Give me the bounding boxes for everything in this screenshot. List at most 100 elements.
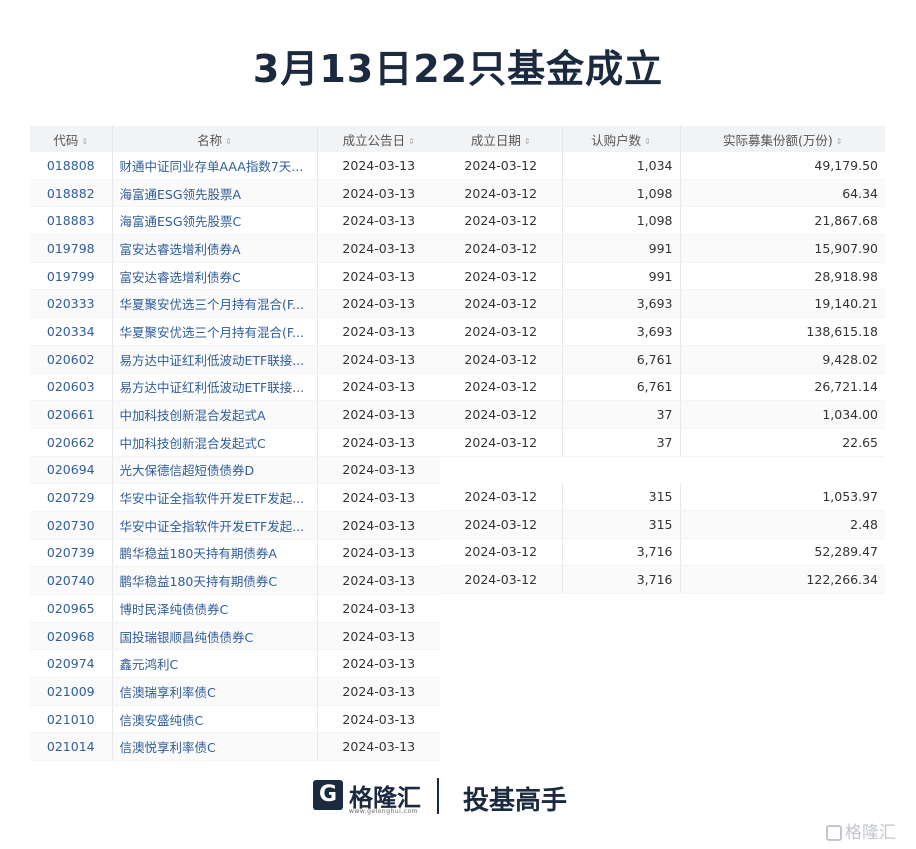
cell-code[interactable]: 020662 (30, 428, 113, 457)
table-row[interactable]: 021009 信澳瑞享利率债C 2024-03-13 (30, 677, 440, 706)
column-header-right2[interactable]: 实际募集份额(万份) ⇕ (680, 126, 885, 152)
cell-code[interactable]: 020965 (30, 594, 113, 623)
sort-icon[interactable]: ⇕ (524, 137, 531, 146)
cell-name[interactable]: 信澳安盛纯债C (112, 705, 318, 734)
cell-code[interactable]: 020694 (30, 456, 113, 485)
table-row[interactable]: 020968 国投瑞银顺昌纯债债券C 2024-03-13 (30, 622, 440, 651)
cell-code[interactable]: 020740 (30, 566, 113, 595)
table-row[interactable]: 020965 博时民泽纯债债券C 2024-03-13 (30, 594, 440, 623)
table-row[interactable]: 021010 信澳安盛纯债C 2024-03-13 (30, 705, 440, 734)
table-row[interactable] (440, 701, 885, 728)
table-row[interactable] (440, 727, 885, 754)
cell-name[interactable]: 富安达睿选增利债券A (112, 234, 318, 263)
table-row[interactable]: 020661 中加科技创新混合发起式A 2024-03-13 (30, 400, 440, 429)
table-row[interactable] (440, 594, 885, 621)
table-row[interactable]: 019798 富安达睿选增利债券A 2024-03-13 (30, 234, 440, 263)
table-row[interactable]: 019799 富安达睿选增利债券C 2024-03-13 (30, 262, 440, 291)
table-row[interactable] (440, 621, 885, 648)
cell-name[interactable]: 信澳悦享利率债C (112, 732, 318, 762)
cell-name[interactable]: 华安中证全指软件开发ETF发起... (112, 511, 318, 540)
sort-icon[interactable]: ⇕ (836, 137, 843, 146)
cell-name[interactable]: 海富通ESG领先股票C (112, 206, 318, 236)
table-row[interactable]: 2024-03-12 315 2.48 (440, 510, 885, 539)
cell-code[interactable]: 020974 (30, 649, 113, 679)
column-header-right1[interactable]: 认购户数 ⇕ (562, 126, 681, 152)
table-row[interactable]: 020739 鹏华稳益180天持有期债券A 2024-03-13 (30, 539, 440, 568)
cell-name[interactable]: 海富通ESG领先股票A (112, 179, 318, 208)
table-row[interactable] (440, 674, 885, 701)
column-header-left1[interactable]: 名称 ⇕ (112, 126, 318, 152)
table-row[interactable]: 018883 海富通ESG领先股票C 2024-03-13 (30, 206, 440, 236)
table-row[interactable] (440, 647, 885, 674)
table-row[interactable]: 2024-03-12 3,693 138,615.18 (440, 317, 885, 346)
column-header-left0[interactable]: 代码 ⇕ (30, 126, 113, 152)
cell-name[interactable]: 鹏华稳益180天持有期债券A (112, 539, 318, 568)
cell-name[interactable]: 中加科技创新混合发起式A (112, 400, 318, 429)
cell-code[interactable]: 019798 (30, 234, 113, 263)
cell-name[interactable]: 中加科技创新混合发起式C (112, 428, 318, 457)
table-row[interactable]: 2024-03-12 3,716 52,289.47 (440, 538, 885, 567)
sort-icon[interactable]: ⇕ (408, 137, 415, 146)
cell-name[interactable]: 华安中证全指软件开发ETF发起... (112, 483, 318, 512)
cell-code[interactable]: 018883 (30, 206, 113, 236)
column-header-left2[interactable]: 成立公告日 ⇕ (317, 126, 440, 152)
table-row[interactable]: 020334 华夏聚安优选三个月持有混合(F... 2024-03-13 (30, 317, 440, 346)
table-row[interactable]: 020740 鹏华稳益180天持有期债券C 2024-03-13 (30, 566, 440, 595)
cell-name[interactable]: 信澳瑞享利率债C (112, 677, 318, 706)
table-row[interactable]: 2024-03-12 3,716 122,266.34 (440, 565, 885, 594)
table-row[interactable]: 2024-03-12 37 1,034.00 (440, 400, 885, 429)
table-row[interactable]: 020333 华夏聚安优选三个月持有混合(F... 2024-03-13 (30, 289, 440, 319)
table-row[interactable]: 2024-03-12 991 28,918.98 (440, 262, 885, 291)
table-row[interactable]: 2024-03-12 1,098 64.34 (440, 179, 885, 208)
table-row[interactable]: 020730 华安中证全指软件开发ETF发起... 2024-03-13 (30, 511, 440, 540)
table-row[interactable]: 020662 中加科技创新混合发起式C 2024-03-13 (30, 428, 440, 457)
table-row[interactable]: 018808 财通中证同业存单AAA指数7天... 2024-03-13 (30, 152, 440, 180)
cell-name[interactable]: 易方达中证红利低波动ETF联接... (112, 345, 318, 374)
table-row[interactable]: 2024-03-12 1,098 21,867.68 (440, 206, 885, 236)
cell-code[interactable]: 018882 (30, 179, 113, 208)
sort-icon[interactable]: ⇕ (644, 137, 651, 146)
table-row[interactable]: 020694 光大保德信超短债债券D 2024-03-13 (30, 456, 440, 485)
cell-code[interactable]: 020729 (30, 483, 113, 512)
cell-name[interactable]: 华夏聚安优选三个月持有混合(F... (112, 317, 318, 346)
table-row[interactable]: 2024-03-12 1,034 49,179.50 (440, 152, 885, 180)
cell-code[interactable]: 020334 (30, 317, 113, 346)
table-row[interactable]: 2024-03-12 991 15,907.90 (440, 234, 885, 263)
column-header-right0[interactable]: 成立日期 ⇕ (440, 126, 563, 152)
cell-code[interactable]: 021010 (30, 705, 113, 734)
cell-name[interactable]: 易方达中证红利低波动ETF联接... (112, 373, 318, 402)
cell-code[interactable]: 019799 (30, 262, 113, 291)
cell-code[interactable]: 020968 (30, 622, 113, 651)
cell-name[interactable]: 博时民泽纯债债券C (112, 594, 318, 623)
cell-code[interactable]: 020730 (30, 511, 113, 540)
cell-name[interactable]: 财通中证同业存单AAA指数7天... (112, 152, 318, 180)
sort-icon[interactable]: ⇕ (81, 137, 88, 146)
table-row[interactable]: 021014 信澳悦享利率债C 2024-03-13 (30, 732, 440, 762)
cell-code[interactable]: 021009 (30, 677, 113, 706)
cell-code[interactable]: 020739 (30, 539, 113, 568)
cell-code[interactable]: 018808 (30, 152, 113, 180)
cell-name[interactable]: 华夏聚安优选三个月持有混合(F... (112, 289, 318, 319)
cell-name[interactable]: 鹏华稳益180天持有期债券C (112, 566, 318, 595)
table-row[interactable]: 018882 海富通ESG领先股票A 2024-03-13 (30, 179, 440, 208)
table-row[interactable]: 2024-03-12 37 22.65 (440, 428, 885, 457)
cell-code[interactable]: 021014 (30, 732, 113, 762)
table-row[interactable] (440, 456, 885, 483)
cell-name[interactable]: 光大保德信超短债债券D (112, 456, 318, 485)
cell-name[interactable]: 鑫元鸿利C (112, 649, 318, 679)
sort-icon[interactable]: ⇕ (225, 137, 232, 146)
table-row[interactable]: 2024-03-12 3,693 19,140.21 (440, 289, 885, 319)
table-row[interactable]: 2024-03-12 6,761 26,721.14 (440, 373, 885, 402)
cell-name[interactable]: 富安达睿选增利债券C (112, 262, 318, 291)
table-row[interactable]: 020603 易方达中证红利低波动ETF联接... 2024-03-13 (30, 373, 440, 402)
table-row[interactable]: 020602 易方达中证红利低波动ETF联接... 2024-03-13 (30, 345, 440, 374)
cell-code[interactable]: 020333 (30, 289, 113, 319)
cell-name[interactable]: 国投瑞银顺昌纯债债券C (112, 622, 318, 651)
table-row[interactable]: 2024-03-12 6,761 9,428.02 (440, 345, 885, 374)
cell-code[interactable]: 020661 (30, 400, 113, 429)
cell-code[interactable]: 020602 (30, 345, 113, 374)
cell-code[interactable]: 020603 (30, 373, 113, 402)
table-row[interactable]: 2024-03-12 315 1,053.97 (440, 483, 885, 511)
table-row[interactable]: 020729 华安中证全指软件开发ETF发起... 2024-03-13 (30, 483, 440, 512)
table-row[interactable]: 020974 鑫元鸿利C 2024-03-13 (30, 649, 440, 679)
